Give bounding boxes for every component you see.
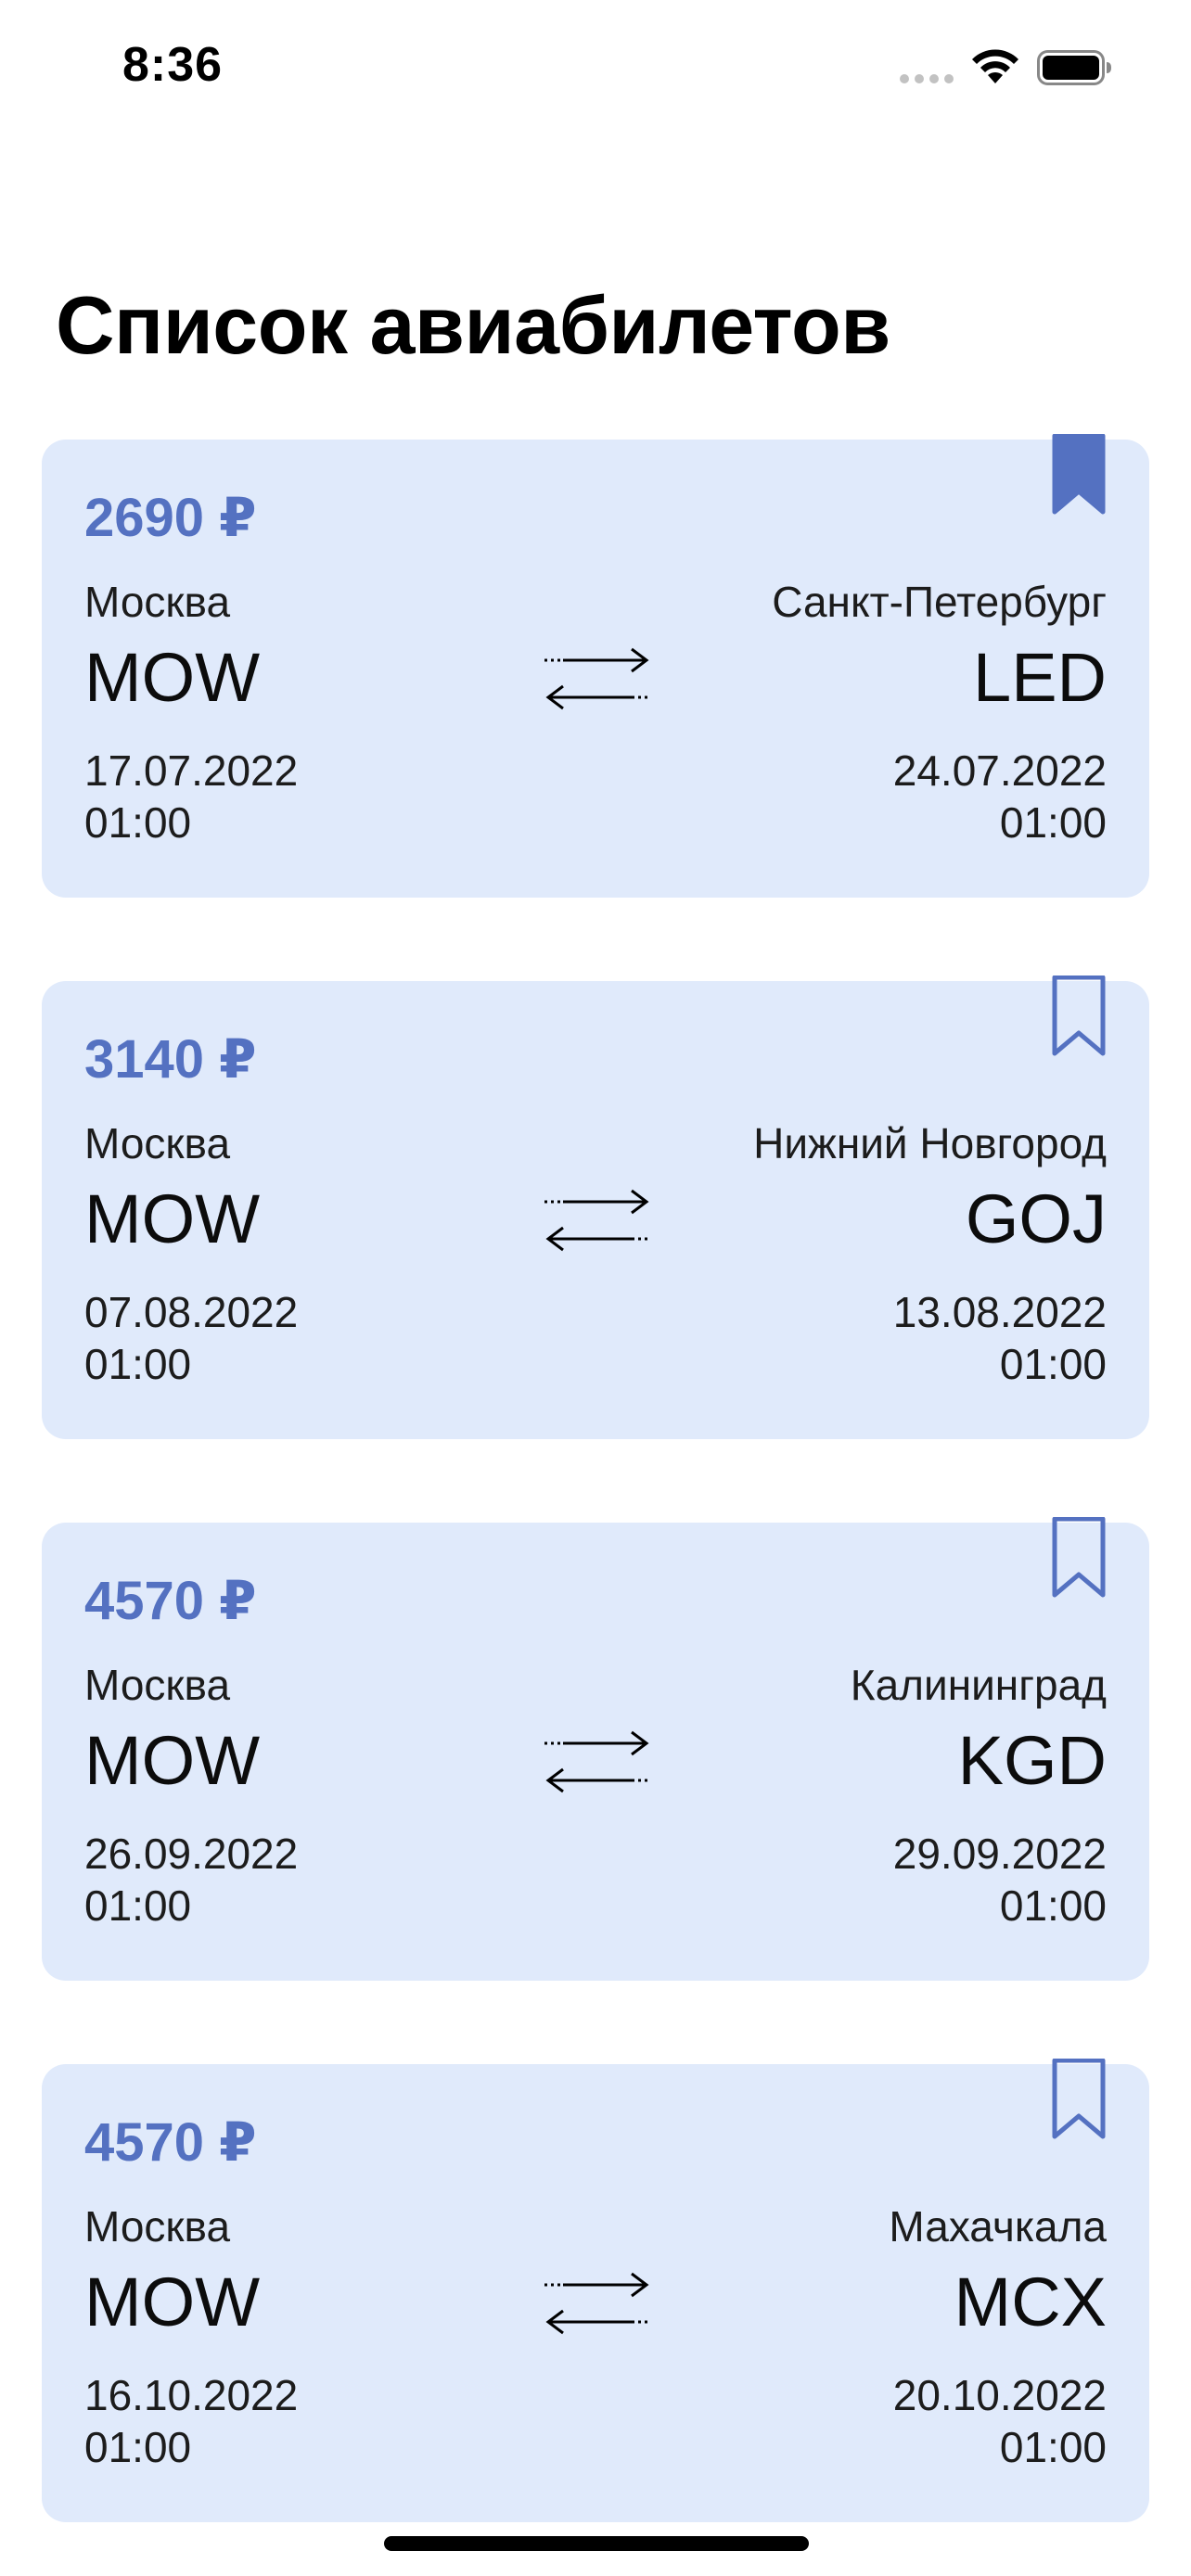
page-title: Список авиабилетов bbox=[56, 279, 890, 371]
ticket-price: 4570 ₽ bbox=[84, 1571, 257, 1631]
status-time: 8:36 bbox=[122, 38, 224, 92]
destination-code: GOJ bbox=[965, 1180, 1107, 1257]
return-date: 24.07.2022 bbox=[892, 746, 1107, 795]
origin-city: Москва bbox=[84, 2202, 231, 2251]
origin-code: MOW bbox=[84, 639, 261, 716]
destination-code: MCX bbox=[954, 2264, 1107, 2340]
return-time: 01:00 bbox=[999, 2423, 1107, 2471]
round-trip-arrows-icon bbox=[544, 2272, 650, 2335]
bookmark-icon[interactable] bbox=[1051, 1517, 1107, 1599]
return-date: 20.10.2022 bbox=[892, 2371, 1107, 2419]
ticket-card[interactable]: 2690 ₽ Москва Санкт-Петербург MOW LED 17… bbox=[42, 434, 1149, 898]
destination-code: LED bbox=[973, 639, 1107, 716]
destination-city: Калининград bbox=[850, 1661, 1107, 1709]
round-trip-arrows-icon bbox=[544, 1189, 650, 1252]
origin-code: MOW bbox=[84, 2264, 261, 2340]
bookmark-icon[interactable] bbox=[1051, 2059, 1107, 2140]
return-time: 01:00 bbox=[999, 798, 1107, 847]
origin-code: MOW bbox=[84, 1722, 261, 1799]
ticket-price: 2690 ₽ bbox=[84, 488, 257, 548]
bookmark-icon[interactable] bbox=[1051, 434, 1107, 516]
battery-icon bbox=[1037, 50, 1111, 85]
return-time: 01:00 bbox=[999, 1881, 1107, 1930]
origin-city: Москва bbox=[84, 578, 231, 626]
ticket-card[interactable]: 4570 ₽ Москва Махачкала MOW MCX 16.10.20… bbox=[42, 2059, 1149, 2522]
depart-time: 01:00 bbox=[84, 1340, 192, 1388]
status-bar: 8:36 bbox=[0, 0, 1191, 139]
depart-date: 17.07.2022 bbox=[84, 746, 299, 795]
destination-city: Махачкала bbox=[889, 2202, 1107, 2251]
ticket-price: 3140 ₽ bbox=[84, 1029, 257, 1090]
origin-city: Москва bbox=[84, 1661, 231, 1709]
depart-time: 01:00 bbox=[84, 1881, 192, 1930]
ticket-price: 4570 ₽ bbox=[84, 2112, 257, 2173]
round-trip-arrows-icon bbox=[544, 1730, 650, 1793]
depart-date: 16.10.2022 bbox=[84, 2371, 299, 2419]
ticket-card[interactable]: 3140 ₽ Москва Нижний Новгород MOW GOJ 07… bbox=[42, 976, 1149, 1439]
return-date: 29.09.2022 bbox=[892, 1830, 1107, 1878]
destination-code: KGD bbox=[957, 1722, 1107, 1799]
ticket-list: 2690 ₽ Москва Санкт-Петербург MOW LED 17… bbox=[42, 434, 1149, 2576]
origin-city: Москва bbox=[84, 1119, 231, 1167]
destination-city: Нижний Новгород bbox=[753, 1119, 1107, 1167]
depart-date: 26.09.2022 bbox=[84, 1830, 299, 1878]
ticket-card[interactable]: 4570 ₽ Москва Калининград MOW KGD 26.09.… bbox=[42, 1517, 1149, 1981]
cellular-signal-icon bbox=[900, 74, 954, 83]
depart-date: 07.08.2022 bbox=[84, 1288, 299, 1336]
wifi-icon bbox=[972, 49, 1018, 83]
return-time: 01:00 bbox=[999, 1340, 1107, 1388]
return-date: 13.08.2022 bbox=[892, 1288, 1107, 1336]
depart-time: 01:00 bbox=[84, 798, 192, 847]
bookmark-icon[interactable] bbox=[1051, 976, 1107, 1057]
depart-time: 01:00 bbox=[84, 2423, 192, 2471]
round-trip-arrows-icon bbox=[544, 647, 650, 710]
destination-city: Санкт-Петербург bbox=[772, 578, 1107, 626]
home-indicator[interactable] bbox=[384, 2536, 809, 2551]
origin-code: MOW bbox=[84, 1180, 261, 1257]
